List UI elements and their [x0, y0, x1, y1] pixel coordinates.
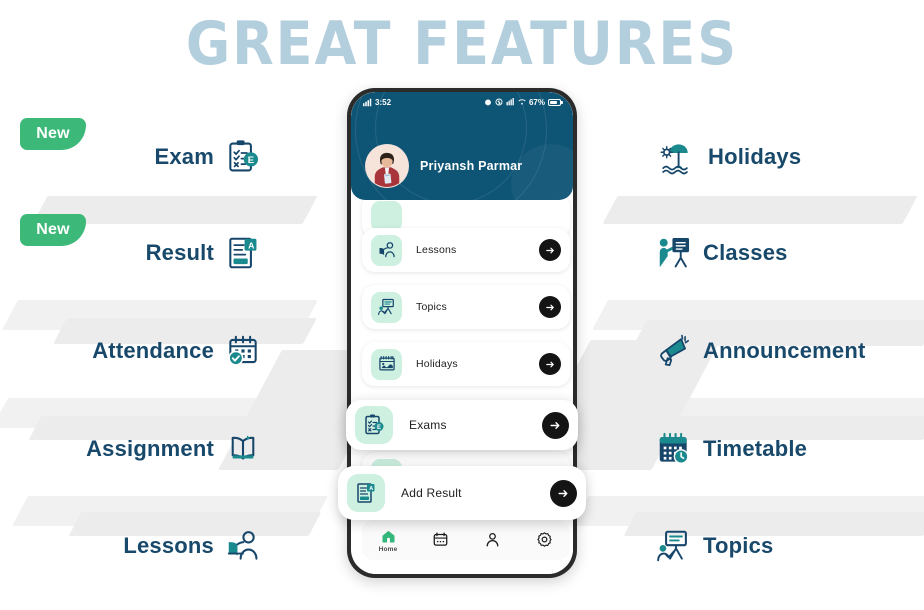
feature-classes-label: Classes	[703, 240, 788, 265]
feature-topics[interactable]: Topics	[655, 527, 773, 565]
list-item-holidays[interactable]: Holidays	[362, 342, 570, 386]
holidays-card-icon	[371, 348, 402, 380]
nav-item-calendar[interactable]	[419, 531, 461, 549]
phone-mockup: Lessons Topics Holidays 3:52 67% Priyans…	[338, 88, 586, 578]
arrow-right-icon[interactable]	[539, 353, 561, 375]
status-bar-right: 67%	[484, 97, 563, 107]
feature-announcement-label: Announcement	[703, 338, 866, 363]
person-icon	[486, 532, 498, 547]
feature-announcement[interactable]: Announcement	[655, 332, 866, 370]
result-document-icon: A	[224, 234, 262, 272]
nav-item-settings[interactable]	[523, 531, 565, 549]
floating-card-add-result-label: Add Result	[401, 486, 462, 500]
status-time: 3:52	[375, 97, 392, 107]
lessons-person-book-icon	[371, 234, 402, 266]
list-item-topics-label: Topics	[416, 301, 447, 313]
feature-attendance-label: Attendance	[92, 338, 214, 363]
calendar-icon	[433, 532, 447, 546]
feature-holidays-label: Holidays	[708, 144, 802, 169]
feature-result-label: Result	[145, 240, 214, 265]
topics-presentation-icon	[371, 291, 402, 323]
profile-name: Priyansh Parmar	[420, 159, 523, 173]
topics-presentation-icon	[655, 527, 693, 565]
feature-lessons[interactable]: Lessons	[0, 527, 262, 565]
svg-text:E: E	[377, 425, 381, 431]
signal-bars-icon	[518, 99, 526, 105]
bottom-nav: Home	[362, 520, 570, 560]
attendance-calendar-check-icon	[224, 332, 262, 370]
arrow-right-icon[interactable]	[542, 411, 569, 439]
feature-assignment-label: Assignment	[86, 436, 214, 461]
status-bar: 3:52 67%	[351, 95, 573, 109]
wifi-data-icon	[506, 98, 514, 106]
arrow-right-icon[interactable]	[550, 479, 577, 507]
arrow-right-icon[interactable]	[539, 239, 561, 261]
feature-attendance[interactable]: Attendance	[0, 332, 262, 370]
list-item-topics[interactable]: Topics	[362, 285, 570, 329]
feature-timetable-label: Timetable	[703, 436, 808, 461]
assignment-book-icon	[224, 430, 262, 468]
svg-text:A: A	[248, 240, 255, 250]
exam-clipboard-icon: E	[224, 138, 262, 176]
result-document-icon: A	[347, 474, 385, 512]
holidays-beach-umbrella-icon	[660, 138, 698, 176]
floating-card-exams-label: Exams	[409, 418, 447, 432]
feature-topics-label: Topics	[703, 533, 774, 558]
feature-exam-label: Exam	[154, 144, 214, 169]
nav-item-profile[interactable]	[471, 531, 513, 549]
list-item-holidays-label: Holidays	[416, 358, 458, 370]
floating-card-add-result[interactable]: A Add Result	[338, 466, 586, 520]
status-battery-percent: 67%	[528, 97, 545, 107]
feature-assignment[interactable]: Assignment	[0, 430, 262, 468]
gear-icon	[536, 532, 552, 547]
nav-item-home[interactable]: Home	[367, 528, 409, 553]
exam-clipboard-icon: E	[355, 406, 393, 444]
list-item-lessons-label: Lessons	[416, 244, 457, 256]
home-icon	[381, 530, 395, 543]
arrow-right-icon[interactable]	[539, 296, 561, 318]
nav-item-home-label: Home	[378, 545, 398, 553]
timetable-calendar-clock-icon	[655, 430, 693, 468]
page-title: GREAT FEATURES	[185, 9, 739, 79]
profile-block[interactable]: Priyansh Parmar	[365, 144, 522, 188]
sim-signal-icon	[363, 98, 372, 106]
feature-timetable[interactable]: Timetable	[655, 430, 807, 468]
svg-text:E: E	[248, 155, 254, 166]
app-header: 3:52 67% Priyansh Parmar	[351, 92, 573, 200]
alarm-icon	[485, 99, 491, 106]
list-item-lessons[interactable]: Lessons	[362, 228, 570, 272]
svg-text:A: A	[369, 486, 373, 492]
lessons-person-book-icon	[224, 527, 262, 565]
feature-showcase-banner: GREAT FEATURES New New Exam E Result A A…	[0, 0, 924, 610]
floating-card-exams[interactable]: E Exams	[346, 400, 578, 450]
classes-teacher-board-icon	[655, 234, 693, 272]
partial-card-icon	[371, 200, 402, 232]
avatar	[365, 144, 409, 188]
status-bar-left: 3:52	[363, 98, 391, 107]
bluetooth-icon	[495, 98, 503, 106]
feature-holidays[interactable]: Holidays	[660, 138, 801, 176]
battery-icon	[548, 98, 563, 106]
announcement-megaphone-icon	[655, 332, 693, 370]
feature-classes[interactable]: Classes	[655, 234, 788, 272]
phone-screen: Lessons Topics Holidays 3:52 67% Priyans…	[338, 92, 586, 574]
feature-lessons-label: Lessons	[123, 533, 214, 558]
